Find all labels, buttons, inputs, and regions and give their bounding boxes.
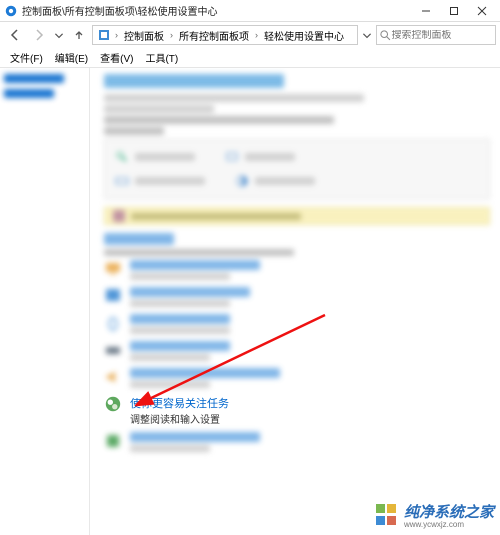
close-button[interactable] xyxy=(468,2,496,20)
magnifier-icon xyxy=(115,150,129,164)
description-text xyxy=(104,127,164,135)
search-icon xyxy=(379,29,391,41)
focus-icon xyxy=(104,395,122,413)
option-label xyxy=(245,153,295,161)
watermark-brand: 纯净系统之家 xyxy=(404,504,494,521)
control-panel-icon xyxy=(97,28,111,42)
maximize-button[interactable] xyxy=(440,2,468,20)
menubar: 文件(F) 编辑(E) 查看(V) 工具(T) xyxy=(0,48,500,68)
contrast-icon xyxy=(235,174,249,188)
sound-icon xyxy=(104,368,122,386)
keyboard-icon xyxy=(115,174,129,188)
breadcrumb[interactable]: › 控制面板 › 所有控制面板项 › 轻松使用设置中心 xyxy=(92,25,358,45)
sidebar xyxy=(0,68,90,535)
body: 使你更容易关注任务 调整阅读和输入设置 xyxy=(0,68,500,535)
monitor-icon xyxy=(104,260,122,278)
menu-edit[interactable]: 编辑(E) xyxy=(49,48,94,67)
back-button[interactable] xyxy=(4,24,26,46)
recent-dropdown[interactable] xyxy=(52,24,66,46)
minimize-button[interactable] xyxy=(412,2,440,20)
info-banner xyxy=(104,207,490,225)
menu-view[interactable]: 查看(V) xyxy=(94,48,139,67)
option-label xyxy=(135,177,205,185)
panel-option[interactable] xyxy=(225,150,295,164)
quick-access-panel xyxy=(104,139,490,199)
titlebar: 控制面板\所有控制面板项\轻松使用设置中心 xyxy=(0,0,500,22)
settings-item[interactable] xyxy=(104,432,490,455)
watermark-url: www.ycwxjz.com xyxy=(404,520,494,529)
option-label xyxy=(135,153,195,161)
display-icon xyxy=(225,150,239,164)
search-input[interactable] xyxy=(391,30,493,41)
section-desc xyxy=(104,249,294,256)
forward-button[interactable] xyxy=(28,24,50,46)
touch-icon xyxy=(104,432,122,450)
section-heading xyxy=(104,233,174,245)
chevron-right-icon: › xyxy=(168,30,175,40)
keyboard-icon xyxy=(104,341,122,359)
option-label xyxy=(255,177,315,185)
settings-item[interactable] xyxy=(104,368,490,391)
breadcrumb-dropdown[interactable] xyxy=(360,24,374,46)
description-text xyxy=(104,116,334,124)
watermark-logo-icon xyxy=(376,504,398,526)
focus-tasks-desc: 调整阅读和输入设置 xyxy=(130,415,220,426)
address-bar: › 控制面板 › 所有控制面板项 › 轻松使用设置中心 xyxy=(0,22,500,48)
menu-file[interactable]: 文件(F) xyxy=(4,48,49,67)
info-icon xyxy=(113,210,125,222)
description-text xyxy=(104,105,214,113)
menu-tools[interactable]: 工具(T) xyxy=(139,48,184,67)
breadcrumb-item[interactable]: 所有控制面板项 xyxy=(175,26,253,45)
settings-item[interactable] xyxy=(104,287,490,310)
sidebar-link[interactable] xyxy=(4,89,54,98)
screen-icon xyxy=(104,287,122,305)
control-panel-icon xyxy=(4,4,18,18)
window-buttons xyxy=(412,2,496,20)
page-heading xyxy=(104,74,284,88)
settings-item[interactable] xyxy=(104,341,490,364)
panel-option[interactable] xyxy=(115,150,195,164)
search-box[interactable] xyxy=(376,25,496,45)
breadcrumb-item[interactable]: 轻松使用设置中心 xyxy=(260,26,348,45)
chevron-right-icon: › xyxy=(113,30,120,40)
banner-text xyxy=(131,213,301,220)
mouse-icon xyxy=(104,314,122,332)
focus-tasks-item[interactable]: 使你更容易关注任务 调整阅读和输入设置 xyxy=(104,395,490,426)
settings-item[interactable] xyxy=(104,260,490,283)
sidebar-link[interactable] xyxy=(4,74,64,83)
chevron-right-icon: › xyxy=(253,30,260,40)
breadcrumb-item[interactable]: 控制面板 xyxy=(120,26,168,45)
watermark: 纯净系统之家 www.ycwxjz.com xyxy=(376,501,494,529)
description-text xyxy=(104,94,364,102)
main-pane: 使你更容易关注任务 调整阅读和输入设置 xyxy=(90,68,500,535)
panel-option[interactable] xyxy=(235,174,315,188)
panel-option[interactable] xyxy=(115,174,205,188)
up-button[interactable] xyxy=(68,24,90,46)
window-title: 控制面板\所有控制面板项\轻松使用设置中心 xyxy=(22,3,412,18)
settings-item[interactable] xyxy=(104,314,490,337)
focus-tasks-link[interactable]: 使你更容易关注任务 xyxy=(130,395,490,411)
